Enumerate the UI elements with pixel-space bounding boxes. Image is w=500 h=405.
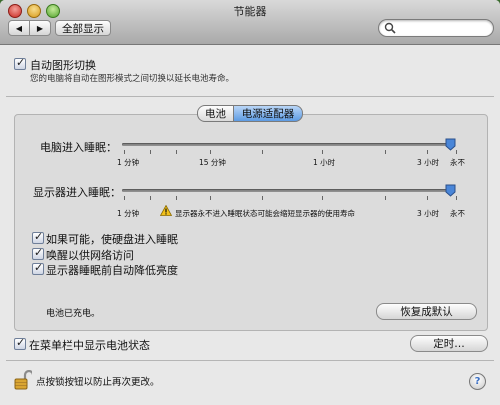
menubar-battery-checkbox[interactable]: ✓ [14,336,26,350]
search-field[interactable] [378,19,494,37]
checkmark-icon: ✓ [34,261,44,274]
help-button[interactable]: ? [469,373,486,390]
display-sleep-slider-thumb[interactable] [445,184,456,197]
lock-text: 点按锁按钮以防止再次更改。 [36,377,160,388]
menubar-battery-label: 在菜单栏中显示电池状态 [29,339,150,352]
display-sleep-tick [176,196,177,200]
checkmark-icon: ✓ [34,246,44,259]
forward-arrow-icon: ▶ [36,23,44,33]
forward-button[interactable]: ▶ [29,20,51,36]
tab-battery[interactable]: 电池 [197,105,234,122]
display-sleep-tick [262,196,263,200]
tab-power-adapter-label: 电源适配器 [241,108,295,120]
hard-disk-sleep-checkbox[interactable]: ✓ [32,230,44,244]
display-sleep-tick [124,196,125,200]
restore-defaults-button[interactable]: 恢复成默认 [376,303,477,320]
computer-sleep-tick [124,150,125,154]
checkmark-icon: ✓ [16,56,26,69]
help-icon: ? [474,376,481,387]
show-all-label: 全部显示 [62,22,104,35]
display-sleep-label: 显示器进入睡眠： [33,186,121,199]
battery-status-text: 电池已充电。 [46,309,101,319]
computer-sleep-tick [210,150,211,154]
checkmark-icon: ✓ [34,230,44,243]
wake-network-label: 唤醒以供网络访问 [46,249,134,262]
show-all-button[interactable]: 全部显示 [55,20,111,36]
auto-graphics-checkbox[interactable]: ✓ [14,56,26,70]
computer-sleep-tick [427,150,428,154]
auto-graphics-label: 自动图形切换 [30,59,96,72]
computer-sleep-tick [456,150,457,154]
display-sleep-tick [427,196,428,200]
back-arrow-icon: ◀ [15,23,23,33]
computer-sleep-slider-thumb[interactable] [445,138,456,151]
restore-defaults-label: 恢复成默认 [400,306,453,318]
hard-disk-sleep-label: 如果可能，使硬盘进入睡眠 [46,233,178,246]
search-icon [384,22,396,34]
tab-battery-label: 电池 [205,108,226,120]
computer-sleep-label: 电脑进入睡眠： [40,141,117,154]
preferences-window: 节能器 ◀ ▶ 全部显示 ✓ 自动图形切换 您的电脑将自动在图形模式之间切换以延… [0,0,500,405]
back-button[interactable]: ◀ [8,20,30,36]
display-sleep-tick-label: 3 小时 [417,209,440,218]
auto-graphics-description: 您的电脑将自动在图形模式之间切换以延长电池寿命。 [30,74,235,84]
dim-display-label: 显示器睡眠前自动降低亮度 [46,264,178,277]
computer-sleep-tick [150,150,151,154]
display-sleep-tick [385,196,386,200]
display-sleep-tick-label: 永不 [450,209,465,218]
computer-sleep-slider-track[interactable] [122,143,454,146]
display-sleep-tick [322,196,323,200]
computer-sleep-tick-label: 1 分钟 [117,158,140,167]
checkmark-icon: ✓ [16,336,26,349]
computer-sleep-tick [385,150,386,154]
computer-sleep-tick-label: 15 分钟 [199,158,226,167]
schedule-button[interactable]: 定时… [410,335,488,352]
window-title: 节能器 [233,5,267,18]
display-sleep-tick [456,196,457,200]
section-divider [6,96,494,97]
display-sleep-warning: 显示器永不进入睡眠状态可能会缩短显示器的使用寿命 [175,209,355,218]
computer-sleep-tick [176,150,177,154]
search-input[interactable] [401,21,487,34]
computer-sleep-tick-label: 3 小时 [417,158,440,167]
computer-sleep-tick-label: 1 小时 [313,158,336,167]
computer-sleep-tick-label: 永不 [450,158,465,167]
display-sleep-tick-label: 1 分钟 [117,209,140,218]
lock-icon[interactable] [14,370,32,390]
dim-display-checkbox[interactable]: ✓ [32,261,44,275]
tab-power-adapter[interactable]: 电源适配器 [233,105,303,122]
computer-sleep-tick [322,150,323,154]
computer-sleep-tick [262,150,263,154]
display-sleep-tick [150,196,151,200]
warning-icon [160,205,172,216]
schedule-label: 定时… [433,338,465,350]
bottom-divider [6,360,494,361]
title-bar: 节能器 ◀ ▶ 全部显示 [0,0,500,45]
display-sleep-tick [210,196,211,200]
wake-network-checkbox[interactable]: ✓ [32,246,44,260]
display-sleep-slider-track[interactable] [122,189,454,192]
